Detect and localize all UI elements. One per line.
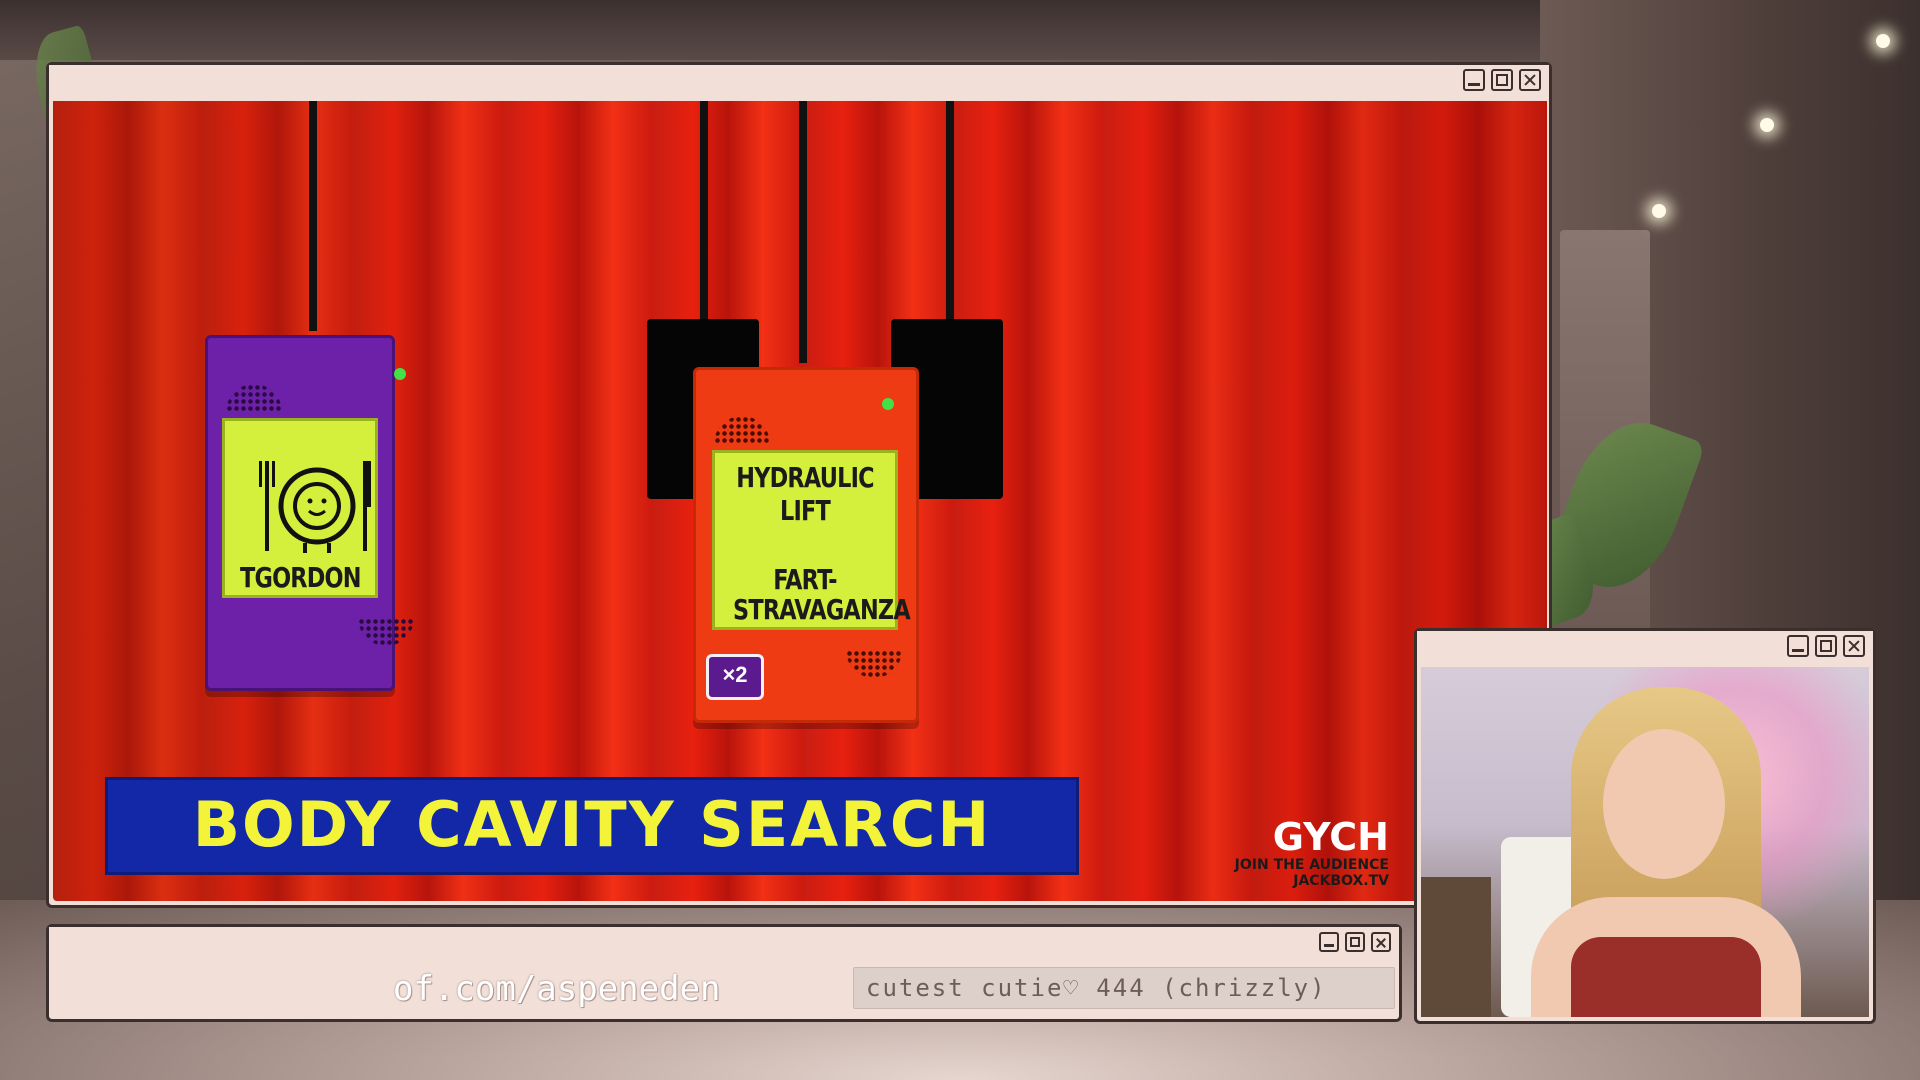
alert-box: cutest cutie♡ 444 (chrizzly)	[853, 967, 1395, 1009]
close-icon[interactable]	[1371, 932, 1391, 952]
game-stage: TGORDON HYDRAULIC LIFT FART- STRAVAGANZA…	[53, 101, 1547, 901]
minimize-icon[interactable]	[1787, 635, 1809, 657]
prompt-banner: BODY CAVITY SEARCH	[105, 777, 1079, 875]
onlyfans-link: of.com/aspeneden	[393, 969, 721, 1009]
speaker-grille	[714, 416, 770, 444]
streamer-face	[1603, 729, 1725, 879]
speaker-grille	[226, 384, 282, 412]
room-code: GYCH	[1272, 815, 1389, 859]
window-titlebar[interactable]	[1417, 631, 1873, 663]
room-code-block: GYCH JOIN THE AUDIENCE JACKBOX.TV	[1183, 817, 1389, 889]
hanging-cord	[309, 101, 317, 331]
join-audience-text: JOIN THE AUDIENCE	[1234, 857, 1389, 873]
hanging-cord	[700, 101, 708, 321]
string-light	[1876, 34, 1890, 48]
string-light	[1760, 118, 1774, 132]
multiplier-badge: ×2	[706, 654, 764, 700]
prompt-title: BODY CAVITY SEARCH	[192, 788, 992, 861]
plate-with-fork-knife-face-icon	[259, 461, 371, 553]
player-name: TGORDON	[240, 561, 362, 594]
maximize-icon[interactable]	[1345, 932, 1365, 952]
alert-message: cutest cutie♡ 444 (chrizzly)	[866, 974, 1327, 1002]
hanging-cord	[946, 101, 954, 321]
webcam-window	[1414, 628, 1876, 1024]
answer-line-1: HYDRAULIC LIFT	[736, 461, 874, 527]
close-icon[interactable]	[1519, 69, 1541, 91]
minimize-icon[interactable]	[1319, 932, 1339, 952]
device-screen: TGORDON	[222, 418, 378, 598]
game-window: TGORDON HYDRAULIC LIFT FART- STRAVAGANZA…	[46, 62, 1552, 908]
join-url: JACKBOX.TV	[1293, 873, 1389, 889]
ticker-body: of.com/aspeneden cutest cutie♡ 444 (chri…	[53, 959, 1395, 1015]
ticker-window: of.com/aspeneden cutest cutie♡ 444 (chri…	[46, 924, 1402, 1022]
hanging-cord	[799, 101, 807, 363]
player-device-center: HYDRAULIC LIFT FART- STRAVAGANZA ×2	[693, 367, 919, 723]
maximize-icon[interactable]	[1815, 635, 1837, 657]
status-led	[882, 398, 894, 410]
window-titlebar[interactable]	[49, 927, 1399, 959]
status-led	[394, 368, 406, 380]
device-screen: HYDRAULIC LIFT FART- STRAVAGANZA	[712, 450, 911, 630]
minimize-icon[interactable]	[1463, 69, 1485, 91]
nightstand	[1421, 877, 1491, 1017]
webcam-feed	[1421, 667, 1869, 1017]
answer-line-2: FART-	[773, 563, 837, 596]
answer-line-3: STRAVAGANZA	[733, 593, 911, 626]
speaker-grille	[846, 650, 902, 678]
window-titlebar[interactable]	[49, 65, 1549, 97]
maximize-icon[interactable]	[1491, 69, 1513, 91]
string-light	[1652, 204, 1666, 218]
player-device-left: TGORDON	[205, 335, 414, 691]
streamer-top	[1571, 937, 1761, 1017]
close-icon[interactable]	[1843, 635, 1865, 657]
